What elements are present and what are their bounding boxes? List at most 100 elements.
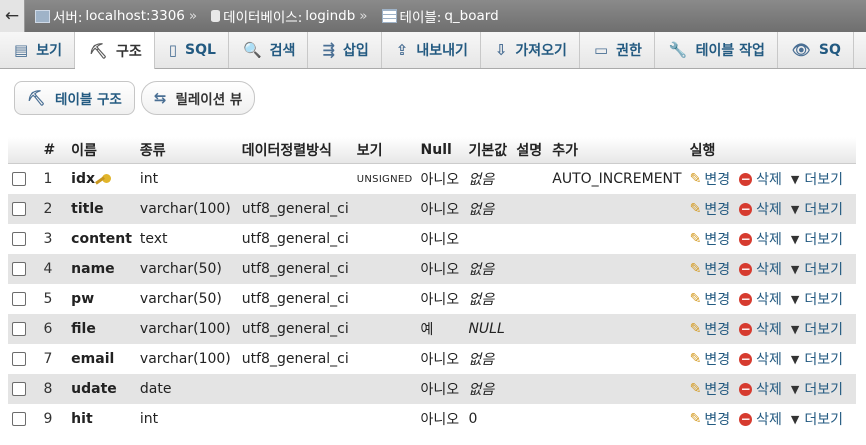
breadcrumb-table[interactable]: 테이블: q_board [381, 6, 499, 26]
row-checkbox[interactable] [12, 292, 26, 306]
more-button[interactable]: ▼ 더보기 [791, 319, 843, 339]
column-type: varchar(50) [135, 254, 238, 284]
row-checkbox[interactable] [12, 202, 26, 216]
column-null: 아니오 [416, 344, 465, 374]
delete-button[interactable]: − 삭제 [739, 319, 782, 339]
relation-view-button[interactable]: ⇆ 릴레이션 뷰 [140, 81, 256, 115]
tab-insert[interactable]: ⇶ 삽입 [308, 32, 382, 68]
column-attributes: UNSIGNED [352, 163, 417, 194]
more-label: 더보기 [804, 322, 843, 339]
column-collation [237, 374, 353, 404]
row-checkbox[interactable] [12, 352, 26, 366]
header-comment[interactable]: 설명 [512, 137, 549, 164]
pencil-icon: ✎ [689, 170, 702, 187]
delete-button[interactable]: − 삭제 [739, 349, 782, 369]
tab-privileges[interactable]: ▭ 권한 [580, 32, 655, 68]
tab-export[interactable]: ⇪ 내보내기 [382, 32, 481, 68]
delete-button[interactable]: − 삭제 [739, 379, 782, 399]
more-button[interactable]: ▼ 더보기 [791, 409, 843, 429]
more-label: 더보기 [804, 382, 843, 399]
row-number: 8 [39, 374, 68, 404]
tab-structure[interactable]: ⛏ 구조 [74, 32, 155, 69]
edit-button[interactable]: ✎ 변경 [690, 289, 731, 309]
breadcrumb-database[interactable]: 데이터베이스: logindb [211, 6, 355, 26]
more-button[interactable]: ▼ 더보기 [791, 259, 843, 279]
column-name-cell: file [67, 314, 136, 344]
more-label: 더보기 [804, 202, 843, 219]
header-default[interactable]: 기본값 [464, 137, 513, 164]
header-name[interactable]: 이름 [67, 137, 136, 164]
edit-button[interactable]: ✎ 변경 [690, 319, 731, 339]
header-attributes[interactable]: 보기 [352, 137, 417, 164]
caret-down-icon: ▼ [790, 382, 800, 396]
edit-button[interactable]: ✎ 변경 [690, 349, 731, 369]
table-header-row: # 이름 종류 데이터정렬방식 보기 Null 기본값 설명 추가 실행 [8, 137, 856, 164]
column-type: date [135, 374, 238, 404]
edit-button[interactable]: ✎ 변경 [690, 169, 731, 189]
more-button[interactable]: ▼ 더보기 [791, 169, 843, 189]
edit-button[interactable]: ✎ 변경 [690, 409, 731, 429]
row-checkbox[interactable] [12, 172, 26, 186]
more-button[interactable]: ▼ 더보기 [791, 199, 843, 219]
tab-import[interactable]: ⇩ 가져오기 [481, 32, 580, 68]
row-actions: ✎ 변경 − 삭제 ▼ 더보기 [685, 163, 856, 194]
table-structure-button[interactable]: ⛏ 테이블 구조 [14, 81, 135, 115]
column-extra [548, 194, 686, 224]
more-button[interactable]: ▼ 더보기 [791, 229, 843, 249]
back-button[interactable]: ← [0, 0, 25, 32]
row-checkbox[interactable] [12, 382, 26, 396]
row-checkbox[interactable] [12, 232, 26, 246]
column-collation: utf8_general_ci [237, 254, 353, 284]
tab-label: 구조 [116, 43, 142, 60]
header-null[interactable]: Null [416, 137, 465, 164]
pencil-icon: ✎ [689, 380, 702, 397]
tab-browse[interactable]: ▤ 보기 [0, 32, 75, 68]
row-number: 4 [39, 254, 68, 284]
more-button[interactable]: ▼ 더보기 [791, 289, 843, 309]
edit-button[interactable]: ✎ 변경 [690, 259, 731, 279]
more-button[interactable]: ▼ 더보기 [791, 349, 843, 369]
row-checkbox[interactable] [12, 262, 26, 276]
row-checkbox[interactable] [12, 322, 26, 336]
tab-sql[interactable]: ▯ SQL [155, 32, 229, 68]
tab-search[interactable]: 🔍 검색 [229, 32, 309, 68]
column-type: int [135, 163, 238, 194]
structure-icon: ⛏ [27, 89, 47, 107]
pencil-icon: ✎ [689, 410, 702, 427]
header-type[interactable]: 종류 [135, 137, 238, 164]
delete-button[interactable]: − 삭제 [739, 259, 782, 279]
delete-button[interactable]: − 삭제 [739, 199, 782, 219]
breadcrumb-separator: » [359, 8, 368, 24]
row-actions: ✎ 변경 − 삭제 ▼ 더보기 [685, 284, 856, 314]
delete-button[interactable]: − 삭제 [739, 229, 782, 249]
row-number: 3 [39, 224, 68, 254]
row-actions: ✎ 변경 − 삭제 ▼ 더보기 [685, 224, 856, 254]
column-comment [512, 314, 549, 344]
table-row: 7 email varchar(100) utf8_general_ci 아니오 없음 ✎ 변… [8, 344, 856, 374]
row-number: 2 [39, 194, 68, 224]
column-collation [237, 163, 353, 194]
row-number: 6 [39, 314, 68, 344]
column-default [464, 224, 513, 254]
column-name: email [71, 351, 115, 367]
table-row: 9 hit int 아니오 0 ✎ 변경 − 삭제 ▼ 더보기 [8, 404, 856, 434]
header-extra[interactable]: 추가 [548, 137, 686, 164]
tab-eye[interactable]: 👁 SQ [778, 32, 854, 68]
caret-down-icon: ▼ [790, 292, 800, 306]
column-name: name [71, 261, 115, 277]
delete-button[interactable]: − 삭제 [739, 409, 782, 429]
edit-button[interactable]: ✎ 변경 [690, 229, 731, 249]
column-type: varchar(50) [135, 284, 238, 314]
more-button[interactable]: ▼ 더보기 [791, 379, 843, 399]
delete-button[interactable]: − 삭제 [739, 169, 782, 189]
breadcrumb-server[interactable]: 서버: localhost:3306 [35, 6, 185, 26]
header-collation[interactable]: 데이터정렬방식 [237, 137, 353, 164]
delete-button[interactable]: − 삭제 [739, 289, 782, 309]
column-null: 아니오 [416, 374, 465, 404]
column-name: file [71, 321, 96, 337]
edit-button[interactable]: ✎ 변경 [690, 199, 731, 219]
row-checkbox[interactable] [12, 412, 26, 426]
edit-button[interactable]: ✎ 변경 [690, 379, 731, 399]
column-comment [512, 254, 549, 284]
tab-wrench[interactable]: 🔧 테이블 작업 [655, 32, 778, 68]
